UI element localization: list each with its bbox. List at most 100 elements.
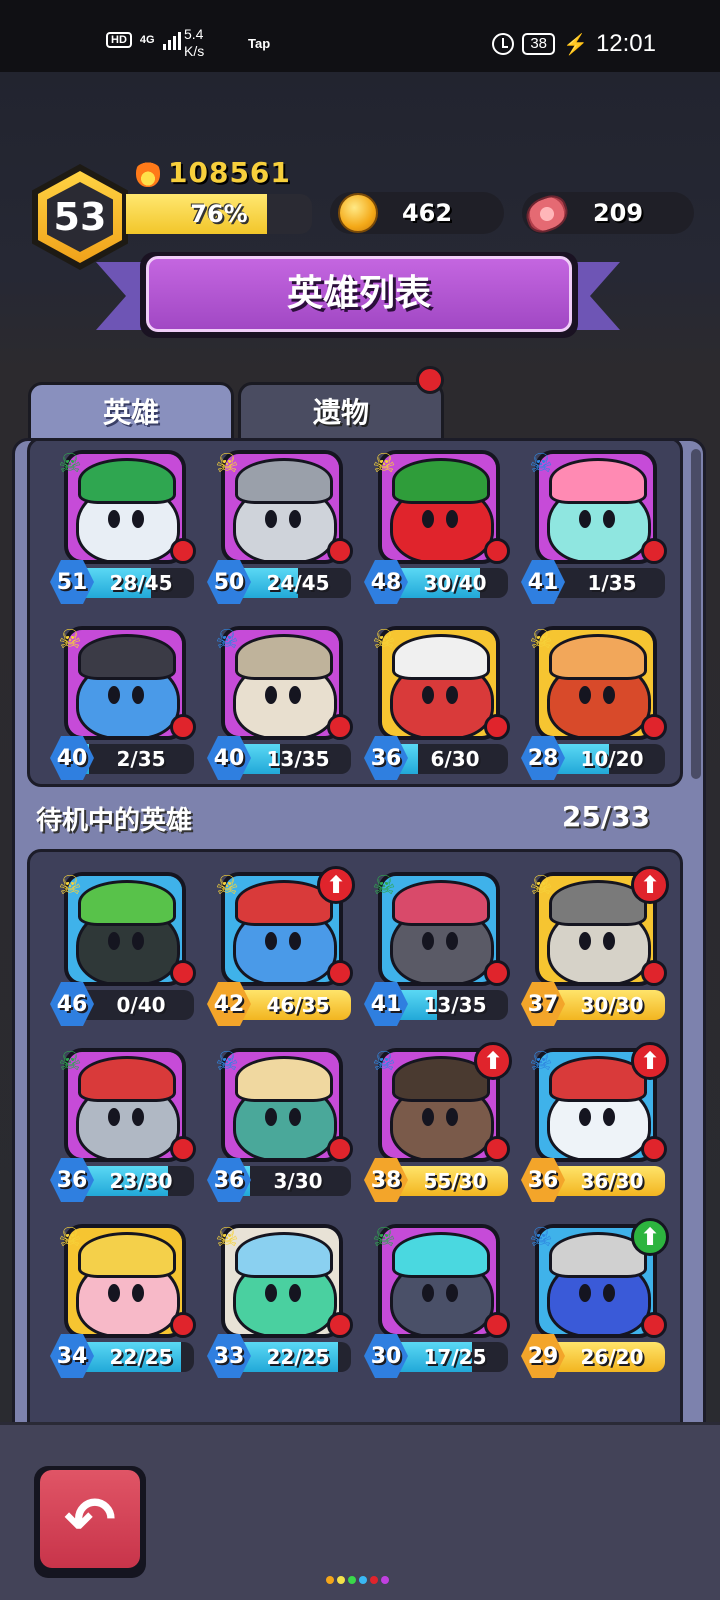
notification-dot [170,538,196,564]
hero-headgear [392,1232,490,1278]
hero-eye [108,932,120,950]
shard-progress-text: 2/35 [116,747,166,771]
hero-headgear [392,880,490,926]
upgrade-arrow-icon[interactable]: ⬆ [631,866,669,904]
shard-progress-bar: 22/25 [239,1342,351,1372]
shard-progress-text: 13/35 [266,747,330,771]
upgrade-arrow-icon[interactable]: ⬆ [317,866,355,904]
gold-skull-icon: ☠ [215,1223,239,1253]
hero-card[interactable]: ☠ 28 10/20 [521,620,667,780]
notification-dot [484,1136,510,1162]
alarm-icon [492,33,515,55]
page-dots [326,1576,389,1584]
app-label: Tap [248,36,271,51]
gold-skull-icon: ☠ [372,625,396,655]
scrollbar[interactable] [691,449,701,779]
hero-eye [108,1108,120,1126]
hero-card[interactable]: ☠ 51 28/45 [50,444,196,604]
shard-progress-text: 30/30 [580,993,644,1017]
notification-dot [484,1312,510,1338]
shard-progress-bar: 1/35 [553,568,665,598]
shard-progress-bar: 13/35 [239,744,351,774]
hero-card[interactable]: ☠ 50 24/45 [207,444,353,604]
flame-icon [136,158,160,187]
shard-progress-bar: 23/30 [82,1166,194,1196]
notification-dot [641,1136,667,1162]
hero-card[interactable]: ☠ 30 17/25 [364,1218,510,1378]
hero-card[interactable]: ☠ 33 22/25 [207,1218,353,1378]
hero-card[interactable]: ☠ 36 23/30 [50,1042,196,1202]
hero-eye [579,1108,591,1126]
hero-headgear [78,458,176,504]
hero-eye [446,932,458,950]
hero-eye [579,510,591,528]
hero-list-panel[interactable]: ☠ 51 28/45 ☠ 50 24/45 ☠ 48 30/40 ☠ 41 1/35 ☠ 40 2/35 ☠ 4… [12,438,706,1450]
hero-eye [289,932,301,950]
standby-hero-grid[interactable]: ☠ 46 0/40 ☠ ⬆ 42 46/35 ☠ 41 13/35 ☠ ⬆ 37 30/30 ☠ 36 23/3… [27,849,683,1447]
hero-card[interactable]: ☠ ⬆ 42 46/35 [207,866,355,1026]
hero-card[interactable]: ☠ 40 13/35 [207,620,353,780]
notification-dot [327,1312,353,1338]
shard-progress-bar: 13/35 [396,990,508,1020]
hero-eye [422,686,434,704]
hero-card[interactable]: ☠ ⬆ 37 30/30 [521,866,669,1026]
hero-card[interactable]: ☠ ⬆ 36 36/30 [521,1042,669,1202]
battery-indicator: 38 [522,33,556,55]
hero-card[interactable]: ☠ 36 6/30 [364,620,510,780]
shard-progress-text: 17/25 [423,1345,487,1369]
hd-indicator: HD [106,32,132,48]
upgrade-arrow-icon[interactable]: ⬆ [631,1218,669,1256]
tab-relics[interactable]: 遗物 [238,382,444,446]
hero-card[interactable]: ☠ 48 30/40 [364,444,510,604]
upgrade-arrow-icon[interactable]: ⬆ [474,1042,512,1080]
gold-skull-icon: ☠ [215,449,239,479]
hero-headgear [78,634,176,680]
shard-progress-text: 22/25 [266,1345,330,1369]
notification-dot [641,960,667,986]
hero-eye [265,932,277,950]
shard-progress-bar: 2/35 [82,744,194,774]
hero-card[interactable]: ☠ 41 13/35 [364,866,510,1026]
hero-card[interactable]: ☠ 40 2/35 [50,620,196,780]
upgrade-arrow-icon[interactable]: ⬆ [631,1042,669,1080]
shard-progress-bar: 26/20 [553,1342,665,1372]
hero-headgear [549,458,647,504]
hero-card[interactable]: ☠ 34 22/25 [50,1218,196,1378]
hero-card[interactable]: ☠ 41 1/35 [521,444,667,604]
hero-eye [289,686,301,704]
notification-dot [327,1136,353,1162]
back-button[interactable]: ↶ [40,1470,140,1568]
green-skull-icon: ☠ [372,1223,396,1253]
hero-eye [265,510,277,528]
hero-eye [422,932,434,950]
hero-eye [446,1108,458,1126]
team-hero-grid[interactable]: ☠ 51 28/45 ☠ 50 24/45 ☠ 48 30/40 ☠ 41 1/35 ☠ 40 2/35 ☠ 4… [27,441,683,787]
shard-progress-text: 24/45 [266,571,330,595]
blue-skull-icon: ☠ [372,1047,396,1077]
green-skull-icon: ☠ [58,1047,82,1077]
network-speed: 5.4 K/s [184,26,204,60]
shard-progress-bar: 3/30 [239,1166,351,1196]
gold-skull-icon: ☠ [372,449,396,479]
hero-headgear [392,458,490,504]
hero-card[interactable]: ☠ ⬆ 38 55/30 [364,1042,512,1202]
hero-eye [603,510,615,528]
xp-bar: 76% [126,194,312,234]
shard-progress-bar: 30/30 [553,990,665,1020]
tab-heroes[interactable]: 英雄 [28,382,234,446]
shard-progress-text: 55/30 [423,1169,487,1193]
shard-progress-bar: 6/30 [396,744,508,774]
shard-progress-bar: 46/35 [239,990,351,1020]
hero-eye [132,1108,144,1126]
hero-eye [108,1284,120,1302]
hero-card[interactable]: ☠ ⬆ 29 26/20 [521,1218,669,1378]
hero-card[interactable]: ☠ 36 3/30 [207,1042,353,1202]
hero-headgear [549,634,647,680]
network-type: 4G [139,34,155,46]
hero-card[interactable]: ☠ 46 0/40 [50,866,196,1026]
hero-headgear [78,880,176,926]
standby-count: 25/33 [561,800,650,833]
notification-dot [327,714,353,740]
coin-icon [338,193,378,233]
hero-headgear [235,1056,333,1102]
